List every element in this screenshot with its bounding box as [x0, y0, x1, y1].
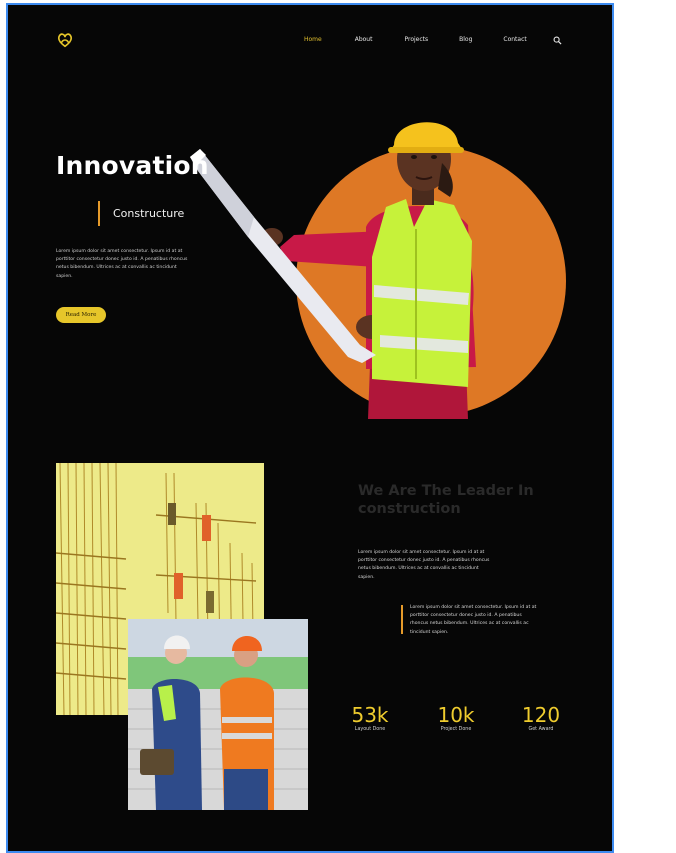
- nav-about[interactable]: About: [355, 36, 373, 43]
- stat-value: 120: [521, 703, 561, 727]
- stat-label: Project Done: [440, 727, 472, 732]
- nav-contact[interactable]: Contact: [503, 36, 526, 43]
- leader-accent-bar: [401, 605, 403, 634]
- leader-title: We Are The Leader In construction: [358, 483, 534, 517]
- stat-layout-done: 53k Layout Done: [340, 703, 400, 732]
- engineers-site-photo: [128, 619, 308, 810]
- leader-quote-text: Lorem ipsum dolor sit amet consectetur. …: [410, 605, 537, 635]
- main-nav: Home About Projects Blog Contact: [304, 36, 527, 43]
- read-more-button[interactable]: Read More: [56, 307, 106, 323]
- knot-logo-icon[interactable]: [56, 31, 74, 49]
- stat-project-done: 10k Project Done: [426, 703, 486, 732]
- search-icon[interactable]: [553, 36, 562, 45]
- leader-body-text: Lorem ipsum dolor sit amet consectetur. …: [358, 550, 490, 580]
- nav-projects[interactable]: Projects: [404, 36, 428, 43]
- hero-worker-image: [190, 122, 476, 419]
- page-frame: Home About Projects Blog Contact Innovat…: [6, 3, 614, 853]
- stat-value: 10k: [437, 703, 475, 727]
- hero-accent-bar: [98, 201, 100, 226]
- nav-blog[interactable]: Blog: [459, 36, 472, 43]
- hero-subtitle: Constructure: [113, 207, 185, 220]
- stat-get-award: 120 Get Award: [511, 703, 571, 732]
- nav-home[interactable]: Home: [304, 36, 322, 43]
- stat-value: 53k: [351, 703, 389, 727]
- stat-label: Get Award: [528, 727, 554, 732]
- hero-body-text: Lorem ipsum dolor sit amet consectetur. …: [56, 249, 188, 279]
- stat-label: Layout Done: [354, 727, 386, 732]
- hero-title: Innovation: [56, 151, 209, 180]
